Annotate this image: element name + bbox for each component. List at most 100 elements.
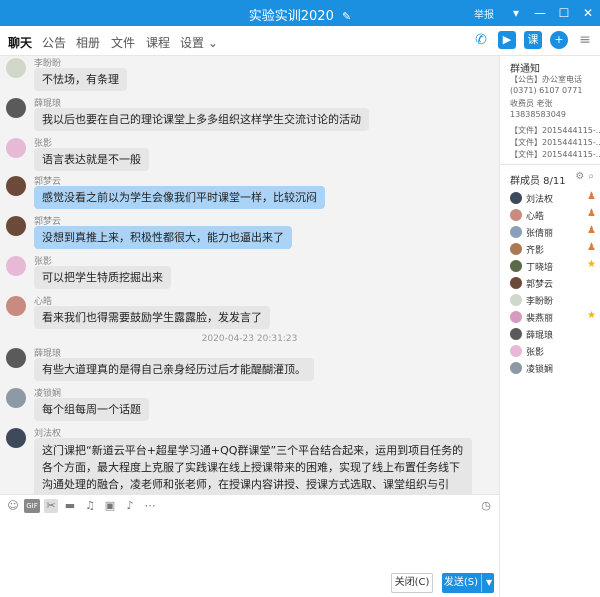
member-name: 齐影 bbox=[526, 246, 545, 256]
message-bubble: 有些大道理真的是得自己亲身经历过后才能醍醐灌顶。 bbox=[34, 358, 314, 381]
send-button[interactable]: 发送(S) ▼ bbox=[442, 573, 494, 593]
member-item[interactable]: 裴燕丽 ★ bbox=[510, 310, 596, 324]
members-title: 群成员 8/11 bbox=[510, 176, 566, 187]
send-button-label: 发送(S) bbox=[443, 577, 478, 588]
owner-icon: ♟ bbox=[587, 191, 596, 202]
more-icon[interactable]: ≡ bbox=[576, 31, 594, 49]
avatar[interactable] bbox=[6, 256, 26, 276]
send-options-icon[interactable]: ▼ bbox=[481, 574, 492, 592]
report-button[interactable]: 举报 bbox=[474, 6, 494, 21]
video-icon[interactable]: ▶ bbox=[498, 31, 516, 49]
maximize-button[interactable]: ☐ bbox=[552, 6, 576, 20]
member-item[interactable]: 刘法权 ♟ bbox=[510, 191, 596, 205]
skin-icon[interactable]: ▾ bbox=[504, 6, 528, 20]
window-title-text: 实验实训2020 bbox=[248, 9, 334, 24]
tab-bar: 聊天 公告 相册 文件 课程 设置 ⌄ ✆ ▶ 课 + ≡ bbox=[0, 26, 600, 58]
edit-icon[interactable]: ✎ bbox=[342, 10, 351, 23]
more-tools-icon[interactable]: ⋯ bbox=[143, 499, 157, 513]
member-avatar bbox=[510, 277, 522, 289]
member-avatar bbox=[510, 260, 522, 272]
owner-icon: ♟ bbox=[587, 208, 596, 219]
tab-course[interactable]: 课程 bbox=[146, 34, 170, 51]
avatar[interactable] bbox=[6, 348, 26, 368]
member-name: 凌锁娴 bbox=[526, 365, 554, 375]
group-notice-title: 群通知 bbox=[510, 64, 540, 75]
message-bubble: 语言表达就是不一般 bbox=[34, 148, 149, 171]
member-item[interactable]: 李盼盼 bbox=[510, 293, 596, 307]
member-name: 丁晓培 bbox=[526, 263, 554, 273]
phone-icon[interactable]: ✆ bbox=[472, 31, 490, 49]
member-settings-icon[interactable]: ⚙ bbox=[575, 171, 584, 182]
add-icon[interactable]: + bbox=[550, 31, 568, 49]
member-item[interactable]: 丁晓培 ★ bbox=[510, 259, 596, 273]
tab-announcement[interactable]: 公告 bbox=[42, 34, 66, 51]
chat-area[interactable]: 李盼盼 不怯场，有条理 薛琨琅 我以后也要在自己的理论课堂上多多组织这样学生交流… bbox=[0, 56, 499, 494]
member-item[interactable]: 张影 bbox=[510, 344, 596, 358]
tab-files[interactable]: 文件 bbox=[111, 34, 135, 51]
member-name: 刘法权 bbox=[526, 195, 554, 205]
file-item[interactable]: 【文件】2015444115-... bbox=[510, 137, 600, 148]
avatar[interactable] bbox=[6, 296, 26, 316]
file-name: 【文件】2015444115-... bbox=[510, 150, 600, 159]
screenshot-icon[interactable]: ✂ bbox=[44, 499, 58, 513]
message-bubble: 这门课把“新道云平台+超星学习通+QQ群课堂”三个平台结合起来，运用到项目任务的… bbox=[34, 438, 472, 494]
close-button[interactable]: ✕ bbox=[576, 6, 600, 20]
member-avatar bbox=[510, 345, 522, 357]
member-name: 张倩丽 bbox=[526, 229, 554, 239]
member-name: 李盼盼 bbox=[526, 297, 554, 307]
owner-icon: ♟ bbox=[587, 242, 596, 253]
tab-album[interactable]: 相册 bbox=[76, 34, 100, 51]
member-item[interactable]: 张倩丽 ♟ bbox=[510, 225, 596, 239]
member-avatar bbox=[510, 294, 522, 306]
avatar[interactable] bbox=[6, 388, 26, 408]
gif-icon[interactable]: GIF bbox=[24, 499, 40, 513]
minimize-button[interactable]: — bbox=[528, 6, 552, 20]
folder-icon[interactable]: ▬ bbox=[63, 499, 77, 513]
file-name: 【文件】2015444115-... bbox=[510, 126, 600, 135]
notice-line: (0371) 6107 0771 bbox=[510, 86, 583, 95]
message-bubble: 我以后也要在自己的理论课堂上多多组织这样学生交流讨论的活动 bbox=[34, 108, 369, 131]
owner-icon: ♟ bbox=[587, 225, 596, 236]
music-icon[interactable]: ♫ bbox=[83, 499, 97, 513]
avatar[interactable] bbox=[6, 176, 26, 196]
member-item[interactable]: 郭梦云 bbox=[510, 276, 596, 290]
member-item[interactable]: 薛琨琅 bbox=[510, 327, 596, 341]
notice-line: 13838583049 bbox=[510, 110, 566, 119]
member-name: 裴燕丽 bbox=[526, 314, 554, 324]
notice-line[interactable]: 【公告】办公室电话 bbox=[510, 74, 598, 85]
message-bubble: 可以把学生特质挖掘出来 bbox=[34, 266, 171, 289]
avatar[interactable] bbox=[6, 138, 26, 158]
avatar[interactable] bbox=[6, 98, 26, 118]
member-avatar bbox=[510, 328, 522, 340]
avatar[interactable] bbox=[6, 216, 26, 236]
classroom-icon[interactable]: 课 bbox=[524, 31, 542, 49]
message-bubble: 看来我们也得需要鼓励学生露露脸，发发言了 bbox=[34, 306, 270, 329]
emoji-icon[interactable]: ☺ bbox=[6, 499, 20, 513]
message-bubble: 感觉没看之前以为学生会像我们平时课堂一样，比较沉闷 bbox=[34, 186, 325, 209]
member-item[interactable]: 凌锁娴 bbox=[510, 361, 596, 375]
history-icon[interactable]: ◷ bbox=[479, 499, 493, 513]
avatar[interactable] bbox=[6, 428, 26, 448]
tab-chat[interactable]: 聊天 bbox=[8, 34, 33, 58]
file-item[interactable]: 【文件】2015444115-... bbox=[510, 149, 600, 160]
avatar[interactable] bbox=[6, 58, 26, 78]
group-sidebar: 群通知 【公告】办公室电话 (0371) 6107 0771 收费员 老张 13… bbox=[499, 56, 600, 597]
bell-icon[interactable]: ♪ bbox=[123, 499, 137, 513]
message-bubble: 不怯场，有条理 bbox=[34, 68, 127, 91]
member-avatar bbox=[510, 362, 522, 374]
member-avatar bbox=[510, 311, 522, 323]
member-search-icon[interactable]: ⌕ bbox=[588, 171, 594, 182]
member-avatar bbox=[510, 209, 522, 221]
tab-settings[interactable]: 设置 ⌄ bbox=[180, 34, 218, 51]
star-icon: ★ bbox=[587, 310, 596, 321]
member-item[interactable]: 齐影 ♟ bbox=[510, 242, 596, 256]
close-chat-button[interactable]: 关闭(C) bbox=[391, 573, 433, 593]
image-icon[interactable]: ▣ bbox=[103, 499, 117, 513]
member-avatar bbox=[510, 226, 522, 238]
member-avatar bbox=[510, 192, 522, 204]
message-timestamp: 2020-04-23 20:31:23 bbox=[201, 334, 298, 344]
file-item[interactable]: 【文件】2015444115-... bbox=[510, 125, 600, 136]
member-item[interactable]: 心皓 ♟ bbox=[510, 208, 596, 222]
member-avatar bbox=[510, 243, 522, 255]
file-name: 【文件】2015444115-... bbox=[510, 138, 600, 147]
